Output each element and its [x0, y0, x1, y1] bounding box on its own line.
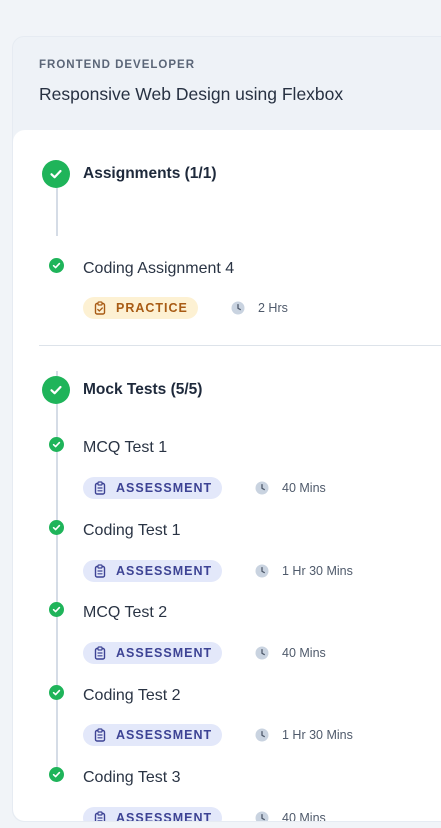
- item-title[interactable]: Coding Assignment 4: [83, 260, 234, 278]
- timeline-line: [56, 371, 58, 782]
- duration: 2 Hrs: [231, 301, 288, 315]
- clipboard-icon: [94, 564, 106, 578]
- assessment-badge: ASSESSMENT: [83, 642, 223, 664]
- duration-label: 2 Hrs: [258, 301, 288, 315]
- duration-label: 40 Mins: [282, 646, 326, 660]
- item-title[interactable]: MCQ Test 1: [83, 439, 167, 457]
- section-title[interactable]: Assignments (1/1): [83, 165, 217, 183]
- badge-label: ASSESSMENT: [116, 728, 213, 742]
- section-divider: [39, 345, 441, 346]
- clock-icon: [255, 728, 269, 742]
- course-title: Responsive Web Design using Flexbox: [39, 84, 344, 104]
- duration: 1 Hr 30 Mins: [255, 564, 353, 578]
- check-circle-icon: [49, 602, 64, 617]
- clock-icon: [231, 301, 245, 315]
- assessment-badge: ASSESSMENT: [83, 724, 223, 746]
- duration: 40 Mins: [255, 646, 326, 660]
- duration-label: 1 Hr 30 Mins: [282, 728, 353, 742]
- course-card: FRONTEND DEVELOPER Responsive Web Design…: [12, 36, 441, 822]
- badge-label: ASSESSMENT: [116, 564, 213, 578]
- duration: 40 Mins: [255, 481, 326, 495]
- check-circle-icon: [49, 685, 64, 700]
- duration: 1 Hr 30 Mins: [255, 728, 353, 742]
- clock-icon: [255, 481, 269, 495]
- course-content: Assignments (1/1) Coding Assignment 4 PR…: [13, 130, 441, 821]
- check-circle-icon: [49, 258, 64, 273]
- item-title[interactable]: Coding Test 1: [83, 522, 181, 540]
- check-circle-icon: [42, 376, 70, 404]
- check-circle-icon: [49, 520, 64, 535]
- course-category: FRONTEND DEVELOPER: [39, 59, 196, 71]
- course-header: FRONTEND DEVELOPER Responsive Web Design…: [13, 37, 441, 130]
- item-title[interactable]: Coding Test 2: [83, 687, 181, 705]
- assessment-badge: ASSESSMENT: [83, 477, 223, 499]
- assessment-badge: ASSESSMENT: [83, 807, 223, 822]
- item-title[interactable]: MCQ Test 2: [83, 604, 167, 622]
- clipboard-icon: [94, 481, 106, 495]
- clipboard-icon: [94, 811, 106, 821]
- badge-label: PRACTICE: [116, 301, 188, 315]
- duration: 40 Mins: [255, 811, 326, 822]
- clipboard-icon: [94, 728, 106, 742]
- duration-label: 1 Hr 30 Mins: [282, 564, 353, 578]
- badge-label: ASSESSMENT: [116, 811, 213, 822]
- section-title[interactable]: Mock Tests (5/5): [83, 381, 202, 399]
- check-circle-icon: [49, 437, 64, 452]
- duration-label: 40 Mins: [282, 811, 326, 822]
- item-title[interactable]: Coding Test 3: [83, 769, 181, 787]
- badge-label: ASSESSMENT: [116, 481, 213, 495]
- timeline-line: [56, 186, 58, 236]
- check-circle-icon: [42, 160, 70, 188]
- practice-badge: PRACTICE: [83, 297, 198, 319]
- assessment-badge: ASSESSMENT: [83, 560, 223, 582]
- badge-label: ASSESSMENT: [116, 646, 213, 660]
- clock-icon: [255, 564, 269, 578]
- clock-icon: [255, 646, 269, 660]
- clipboard-icon: [94, 646, 106, 660]
- clock-icon: [255, 811, 269, 821]
- clipboard-icon: [94, 301, 106, 315]
- check-circle-icon: [49, 767, 64, 782]
- duration-label: 40 Mins: [282, 481, 326, 495]
